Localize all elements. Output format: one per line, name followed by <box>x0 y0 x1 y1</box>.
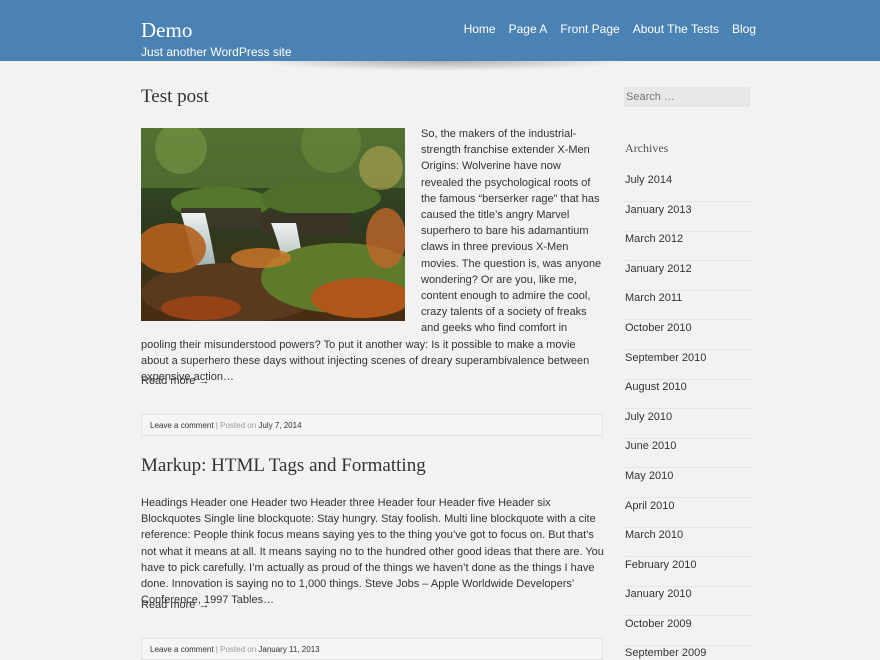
archive-link[interactable]: February 2010 <box>625 557 753 587</box>
archive-link[interactable]: April 2010 <box>625 498 753 528</box>
read-more-link[interactable]: Read more → <box>141 375 209 387</box>
nav-item-page-a[interactable]: Page A <box>509 22 548 36</box>
archive-link[interactable]: March 2011 <box>625 290 753 320</box>
archive-link[interactable]: March 2012 <box>625 231 753 261</box>
waterfall-image <box>141 128 405 321</box>
leave-comment-link[interactable]: Leave a comment <box>150 421 214 430</box>
meta-separator: | Posted on <box>213 645 259 654</box>
archive-link[interactable]: September 2010 <box>625 350 753 380</box>
site-header: Demo Just another WordPress site Home Pa… <box>0 0 880 61</box>
nav-item-front-page[interactable]: Front Page <box>560 22 619 36</box>
post-date-link[interactable]: July 7, 2014 <box>258 421 301 430</box>
post-featured-image[interactable] <box>141 128 405 321</box>
archive-link[interactable]: October 2009 <box>625 616 753 646</box>
post-date-link[interactable]: January 11, 2013 <box>258 645 319 654</box>
archive-link[interactable]: July 2014 <box>625 172 753 202</box>
nav-item-blog[interactable]: Blog <box>732 22 756 36</box>
post-title[interactable]: Markup: HTML Tags and Formatting <box>141 455 426 477</box>
post-excerpt: Headings Header one Header two Header th… <box>141 497 604 607</box>
archive-link[interactable]: September 2009 <box>625 645 753 659</box>
post-meta: Leave a comment | Posted on January 11, … <box>141 638 603 660</box>
archive-link[interactable]: January 2012 <box>625 261 753 291</box>
read-more-link[interactable]: Read more → <box>141 599 209 611</box>
archive-link[interactable]: January 2013 <box>625 202 753 232</box>
archive-link[interactable]: October 2010 <box>625 320 753 350</box>
archive-link[interactable]: January 2010 <box>625 586 753 616</box>
post-title[interactable]: Test post <box>141 86 209 108</box>
archive-link[interactable]: March 2010 <box>625 527 753 557</box>
archive-link[interactable]: August 2010 <box>625 379 753 409</box>
archive-link[interactable]: June 2010 <box>625 438 753 468</box>
archives-heading: Archives <box>625 141 669 155</box>
post-meta: Leave a comment | Posted on July 7, 2014 <box>141 414 603 436</box>
archive-link[interactable]: July 2010 <box>625 409 753 439</box>
header-shadow <box>250 61 630 71</box>
site-description: Just another WordPress site <box>141 45 292 59</box>
nav-item-about-the-tests[interactable]: About The Tests <box>633 22 719 36</box>
nav-item-home[interactable]: Home <box>464 22 496 36</box>
search-input[interactable] <box>624 87 750 107</box>
meta-separator: | Posted on <box>213 421 259 430</box>
leave-comment-link[interactable]: Leave a comment <box>150 645 214 654</box>
archive-link[interactable]: May 2010 <box>625 468 753 498</box>
main-nav: Home Page A Front Page About The Tests B… <box>464 22 756 36</box>
site-title[interactable]: Demo <box>141 18 192 43</box>
